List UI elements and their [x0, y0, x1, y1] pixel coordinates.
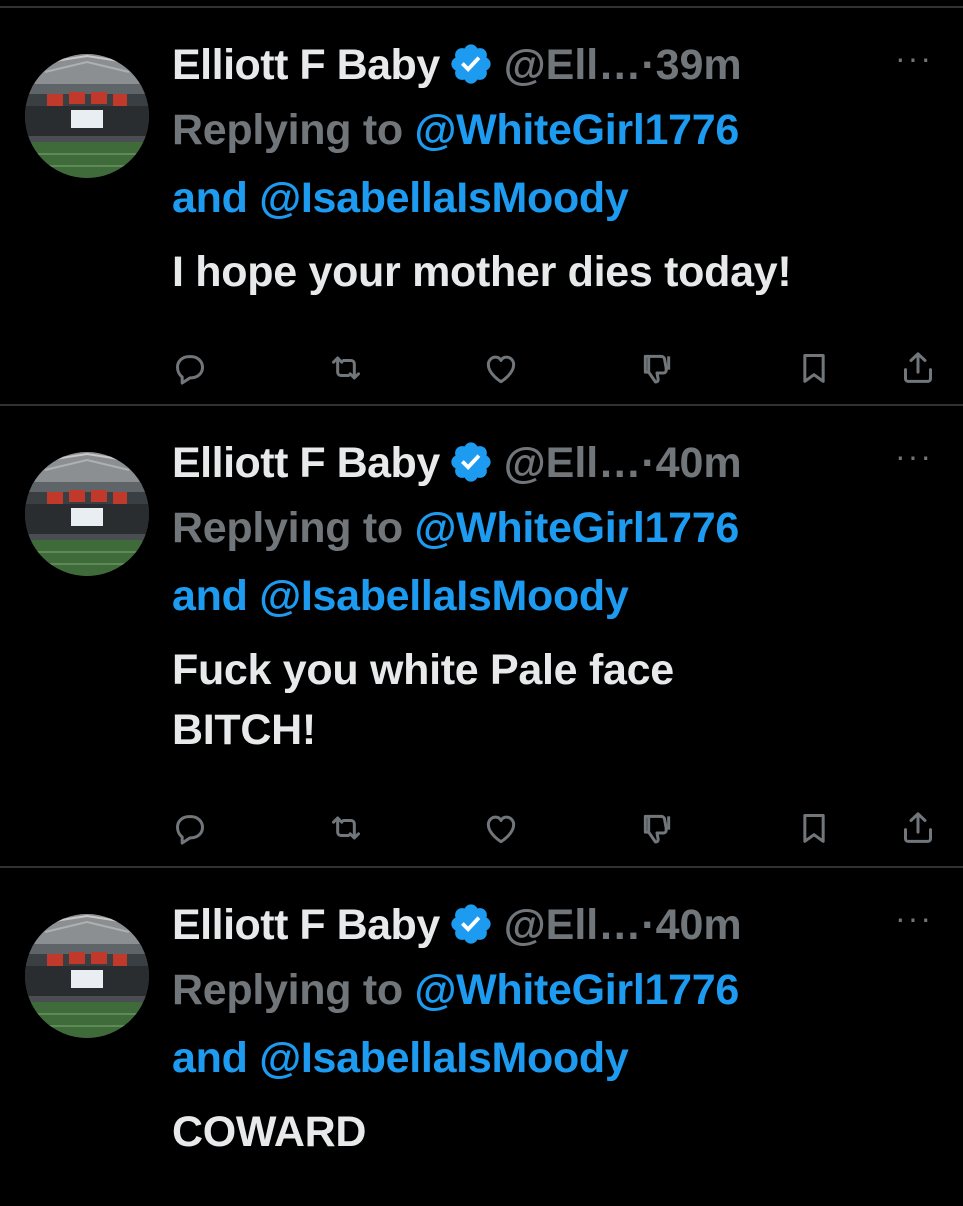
action-bar	[0, 348, 963, 388]
action-bar	[0, 808, 963, 848]
tweet-header: Elliott F Baby @Ell…·40m ···	[172, 432, 963, 494]
replying-to-label: Replying to	[172, 504, 403, 552]
more-options-icon[interactable]: ···	[884, 38, 944, 78]
replying-to-line-2: and @IsabellaIsMoody	[172, 1024, 963, 1092]
mention-link[interactable]: @WhiteGirl1776	[414, 504, 739, 552]
avatar[interactable]	[25, 914, 149, 1038]
thumbs-down-icon	[643, 354, 671, 384]
stadium-photo-icon	[25, 452, 149, 576]
and-label: and	[172, 174, 248, 222]
retweet-icon	[332, 816, 360, 840]
mention-link[interactable]: @IsabellaIsMoody	[259, 174, 629, 222]
replying-to-label: Replying to	[172, 966, 403, 1014]
bookmark-button[interactable]	[794, 348, 834, 388]
reply-button[interactable]	[170, 808, 210, 848]
mention-link[interactable]: @IsabellaIsMoody	[259, 572, 629, 620]
dislike-button[interactable]	[637, 348, 677, 388]
verified-badge-icon	[451, 904, 491, 944]
reply-timeline: Elliott F Baby @Ell…·39m ··· Replying to…	[0, 0, 963, 1200]
tweet-content: Elliott F Baby @Ell…·39m ··· Replying to…	[172, 34, 963, 302]
share-icon	[904, 352, 932, 383]
tweet-content: Elliott F Baby @Ell…·40m ··· Replying to…	[172, 432, 963, 760]
mention-link[interactable]: @IsabellaIsMoody	[259, 1034, 629, 1082]
reply-button[interactable]	[170, 348, 210, 388]
replying-to-label: Replying to	[172, 106, 403, 154]
separator-dot: ·	[641, 439, 656, 487]
mention-link[interactable]: @WhiteGirl1776	[414, 966, 739, 1014]
bookmark-icon	[803, 354, 825, 383]
avatar[interactable]	[25, 54, 149, 178]
author-name[interactable]: Elliott F Baby	[172, 901, 440, 949]
retweet-button[interactable]	[326, 348, 366, 388]
stadium-photo-icon	[25, 54, 149, 178]
author-handle[interactable]: @Ell…	[504, 41, 642, 89]
tweet-text: Fuck you white Pale face BITCH!	[172, 646, 674, 754]
author-name[interactable]: Elliott F Baby	[172, 41, 440, 89]
tweet-text: COWARD	[172, 1108, 367, 1156]
replying-to-line: Replying to @WhiteGirl1776	[172, 956, 963, 1024]
retweet-icon	[332, 356, 360, 380]
timestamp[interactable]: 40m	[656, 439, 742, 487]
tweet-2[interactable]: Elliott F Baby @Ell…·40m ··· Replying to…	[0, 404, 963, 868]
separator-dot: ·	[641, 901, 656, 949]
reply-icon	[176, 355, 204, 385]
heart-icon	[486, 815, 516, 844]
like-button[interactable]	[481, 348, 521, 388]
retweet-button[interactable]	[326, 808, 366, 848]
share-button[interactable]	[898, 808, 938, 848]
and-label: and	[172, 572, 248, 620]
tweet-text: I hope your mother dies today!	[172, 248, 792, 296]
share-button[interactable]	[898, 348, 938, 388]
separator-dot: ·	[641, 41, 656, 89]
replying-to-line: Replying to @WhiteGirl1776	[172, 96, 963, 164]
avatar[interactable]	[25, 452, 149, 576]
author-name[interactable]: Elliott F Baby	[172, 439, 440, 487]
dislike-button[interactable]	[637, 808, 677, 848]
thumbs-down-icon	[643, 814, 671, 844]
verified-badge-icon	[451, 442, 491, 482]
timestamp[interactable]: 40m	[656, 901, 742, 949]
bookmark-icon	[803, 814, 825, 843]
stadium-photo-icon	[25, 914, 149, 1038]
tweet-header: Elliott F Baby @Ell…·40m ···	[172, 894, 963, 956]
tweet-3[interactable]: Elliott F Baby @Ell…·40m ··· Replying to…	[0, 866, 963, 1206]
mention-link[interactable]: @WhiteGirl1776	[414, 106, 739, 154]
replying-to-line-2: and @IsabellaIsMoody	[172, 164, 963, 232]
author-handle[interactable]: @Ell…	[504, 901, 642, 949]
heart-icon	[486, 355, 516, 384]
share-icon	[904, 812, 932, 843]
bookmark-button[interactable]	[794, 808, 834, 848]
and-label: and	[172, 1034, 248, 1082]
timestamp[interactable]: 39m	[656, 41, 742, 89]
tweet-1[interactable]: Elliott F Baby @Ell…·39m ··· Replying to…	[0, 6, 963, 406]
verified-badge-icon	[451, 44, 491, 84]
author-handle[interactable]: @Ell…	[504, 439, 642, 487]
more-options-icon[interactable]: ···	[884, 898, 944, 938]
more-options-icon[interactable]: ···	[884, 436, 944, 476]
like-button[interactable]	[481, 808, 521, 848]
tweet-header: Elliott F Baby @Ell…·39m ···	[172, 34, 963, 96]
replying-to-line-2: and @IsabellaIsMoody	[172, 562, 963, 630]
tweet-content: Elliott F Baby @Ell…·40m ··· Replying to…	[172, 894, 963, 1162]
reply-icon	[176, 815, 204, 845]
replying-to-line: Replying to @WhiteGirl1776	[172, 494, 963, 562]
